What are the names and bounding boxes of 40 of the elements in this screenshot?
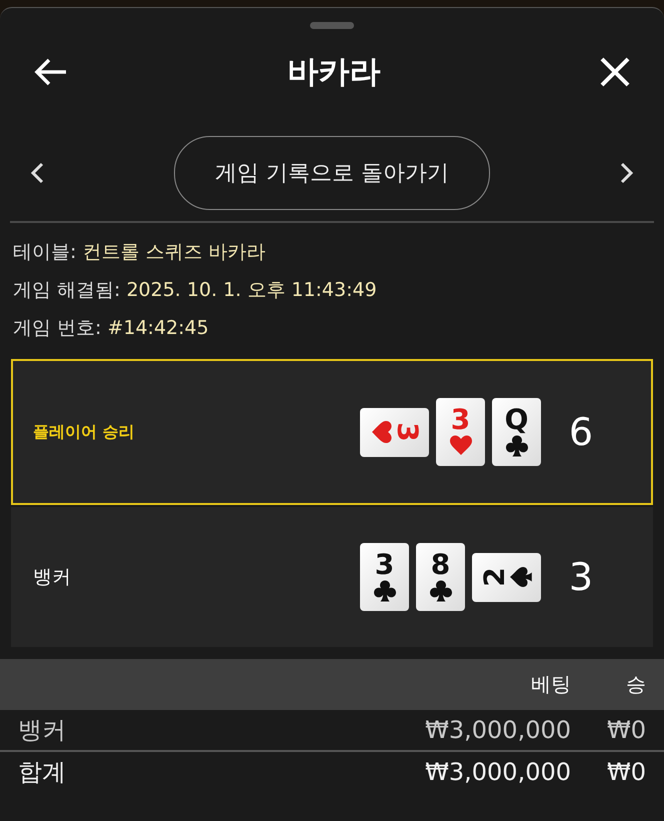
back-to-history-button[interactable]: 게임 기록으로 돌아가기 xyxy=(174,136,490,210)
close-icon xyxy=(600,57,630,87)
heart-icon xyxy=(448,434,472,458)
chevron-left-icon xyxy=(30,162,44,184)
info-label: 테이블: xyxy=(13,240,76,265)
back-button[interactable] xyxy=(34,57,68,87)
playing-card: 3 xyxy=(360,543,409,611)
club-icon xyxy=(504,434,528,458)
close-button[interactable] xyxy=(600,57,630,87)
table-cell-text: ₩0 xyxy=(606,716,647,744)
drag-handle[interactable] xyxy=(310,22,354,29)
chevron-right-icon xyxy=(620,162,634,184)
table-cell-text: ₩3,000,000 xyxy=(424,716,571,744)
hand-total: 3 xyxy=(568,555,594,599)
hand-name: 뱅커 xyxy=(33,565,72,590)
info-label: 게임 번호: xyxy=(13,316,102,341)
playing-card: 8 xyxy=(416,543,465,611)
info-value: 컨트롤 스퀴즈 바카라 xyxy=(82,240,266,265)
playing-card: 2 xyxy=(472,552,541,602)
playing-card: Q xyxy=(492,398,541,466)
table-cell-text: ₩0 xyxy=(606,758,647,786)
table-cell-text: 합계 xyxy=(17,757,67,788)
next-button[interactable] xyxy=(620,162,634,184)
column-header: 베팅 xyxy=(530,671,571,698)
info-label: 게임 해결됨: xyxy=(13,278,120,303)
column-header: 승 xyxy=(625,671,647,698)
info-value: 2025. 10. 1. 오후 11:43:49 xyxy=(126,278,377,303)
club-icon xyxy=(372,579,396,603)
playing-card: 3 xyxy=(436,398,485,466)
previous-button[interactable] xyxy=(30,162,44,184)
playing-card: 3 xyxy=(360,408,429,456)
table-cell-text: 뱅커 xyxy=(17,715,67,746)
info-value: #14:42:45 xyxy=(107,316,209,341)
table-cell-text: ₩3,000,000 xyxy=(424,758,571,786)
hand-total: 6 xyxy=(568,410,594,454)
spade-icon xyxy=(508,565,532,589)
club-icon xyxy=(428,579,452,603)
back-arrow-icon xyxy=(34,57,68,87)
window-title: 바카라 xyxy=(288,53,380,92)
hand-name: 플레이어 승리 xyxy=(33,422,136,442)
